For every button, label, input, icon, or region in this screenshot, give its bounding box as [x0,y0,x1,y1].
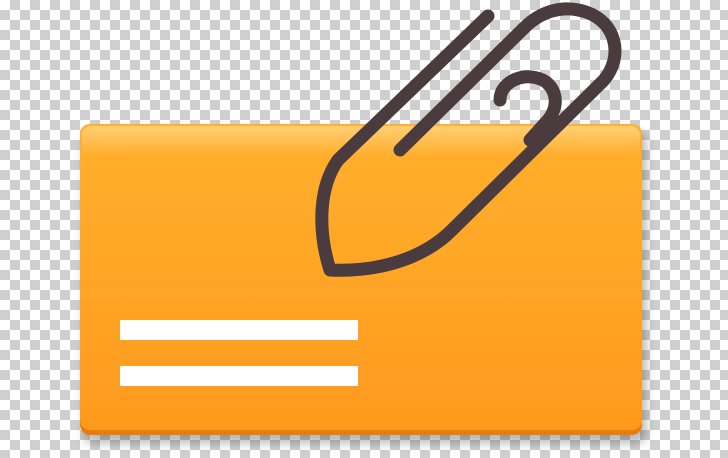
attachment-card-icon [80,2,642,435]
icon-canvas [0,0,728,458]
text-line-icon [120,366,358,386]
card-shape [80,124,642,435]
text-line-icon [120,320,358,340]
